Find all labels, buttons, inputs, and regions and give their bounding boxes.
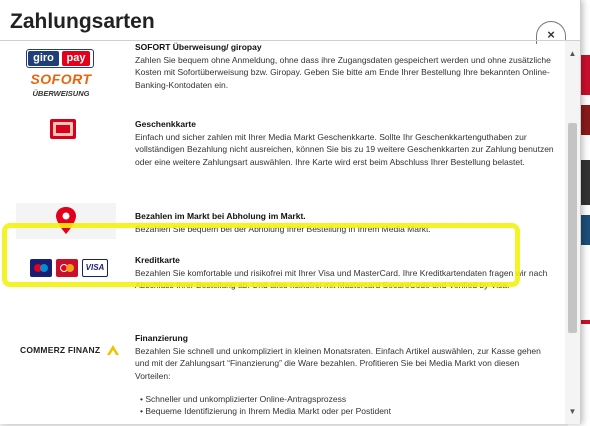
payment-method-title: Finanzierung [135,333,188,343]
payment-methods-list: giro pay SOFORT ÜBERWEISUNG SOFORT Überw… [0,41,564,424]
payment-methods-dialog: Zahlungsarten × giro pay SOFORT ÜBERWEIS… [0,0,581,424]
dialog-title: Zahlungsarten [10,10,155,33]
payment-method-description: Zahlen Sie bequem ohne Anmeldung, ohne d… [135,55,551,90]
scroll-up-icon[interactable]: ▲ [568,49,577,58]
commerz-finanz-logo: COMMERZ FINANZ [18,342,122,360]
yellow-highlight-annotation [2,223,520,287]
payment-method-geschenkkarte: Geschenkkarte Einfach und sicher zahlen … [0,115,564,195]
payment-method-title: Bezahlen im Markt bei Abholung im Markt. [135,211,306,221]
ueberweisung-logo-text: ÜBERWEISUNG [32,89,90,98]
sofort-logo-text: SOFORT [30,71,92,87]
payment-method-title: Geschenkkarte [135,119,196,129]
giropay-logo: giro pay [26,49,94,68]
payment-method-description: Bezahlen Sie schnell und unkompliziert i… [135,346,541,381]
payment-method-title: SOFORT Überweisung/ giropay [135,42,262,52]
scrollbar-thumb[interactable] [568,123,577,333]
scroll-down-icon[interactable]: ▼ [568,407,577,416]
pay-label: pay [62,51,90,66]
commerz-finanz-logo-text: COMMERZ FINANZ [20,345,101,355]
commerz-ribbon-icon [107,345,119,355]
finanzierung-benefit-item: • Schneller und unkomplizierter Online-A… [140,394,347,404]
sofort-giropay-logo: giro pay SOFORT ÜBERWEISUNG [17,47,105,107]
giro-label: giro [28,51,59,66]
payment-method-sofort-giropay: giro pay SOFORT ÜBERWEISUNG SOFORT Überw… [0,41,564,113]
payment-method-finanzierung: COMMERZ FINANZ Finanzierung Bezahlen Sie… [0,325,564,424]
dialog-scrollbar[interactable]: ▲ ▼ [565,41,580,424]
payment-method-description: Einfach und sicher zahlen mit Ihrer Medi… [135,132,554,167]
gift-card-logo [50,119,76,139]
finanzierung-benefit-item: • Bequeme Identifizierung in Ihrem Media… [140,406,392,416]
